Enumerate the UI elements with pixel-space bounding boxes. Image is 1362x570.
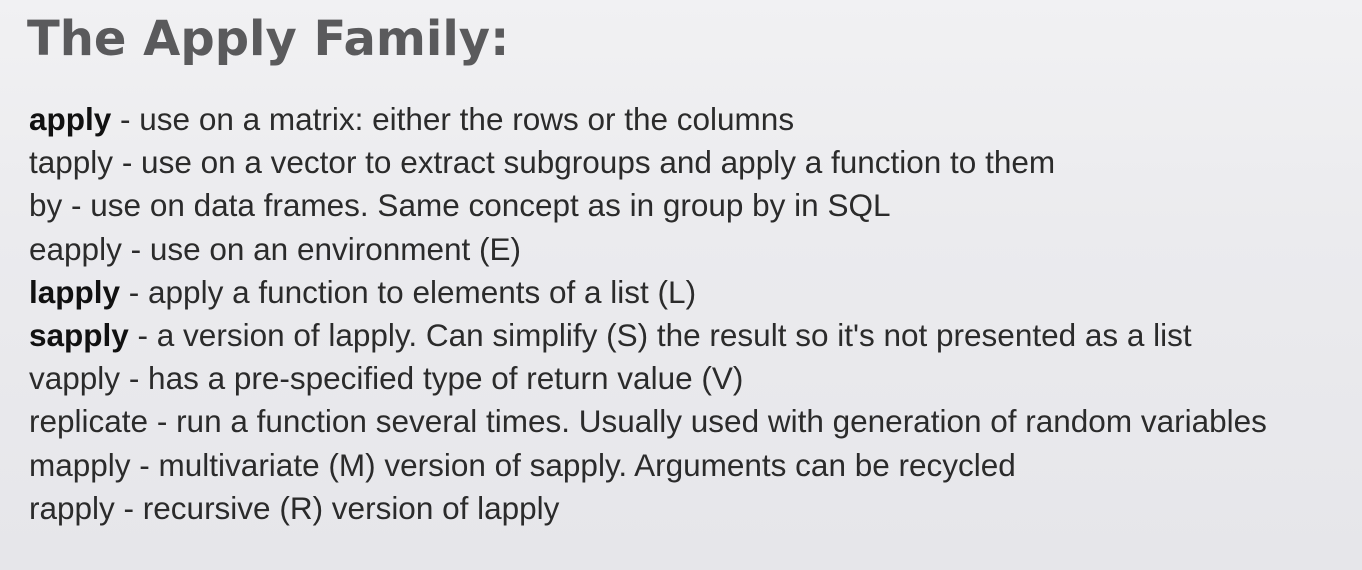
function-description: - use on data frames. Same concept as in… [62,187,891,224]
slide: The Apply Family: apply - use on a matri… [0,0,1362,570]
function-description: - use on a vector to extract subgroups a… [113,144,1056,181]
function-description: - a version of lapply. Can simplify (S) … [128,316,1192,353]
function-name: lapply [29,273,121,310]
function-name: apply [29,101,112,137]
function-name: replicate [29,403,149,440]
function-description: - has a pre-specified type of return val… [120,360,744,397]
function-description: - use on a matrix: either the rows or th… [111,101,795,137]
list-item-replicate: replicate - run a function several times… [29,400,1267,443]
list-item-vapply: vapply - has a pre-specified type of ret… [29,357,1267,400]
function-name: vapply [29,360,121,397]
function-description: - multivariate (M) version of sapply. Ar… [130,446,1016,483]
list-item-rapply: rapply - recursive (R) version of lapply [29,487,1267,530]
function-description: - apply a function to elements of a list… [120,273,697,310]
function-name: rapply [29,489,115,526]
list-item-lapply: lapply - apply a function to elements of… [29,271,1267,314]
function-name: by [29,187,63,224]
slide-title: The Apply Family: [27,11,510,67]
list-item-by: by - use on data frames. Same concept as… [29,184,1267,227]
list-item-mapply: mapply - multivariate (M) version of sap… [29,444,1267,487]
function-description: - recursive (R) version of lapply [114,489,560,526]
list-item-tapply: tapply - use on a vector to extract subg… [29,141,1267,184]
function-name: tapply [29,144,114,181]
function-name: eapply [29,230,122,267]
function-name: sapply [29,316,129,353]
function-description: - run a function several times. Usually … [148,403,1267,440]
apply-function-list: apply - use on a matrix: either the rows… [29,98,1267,530]
function-description: - use on an environment (E) [121,230,522,267]
list-item-sapply: sapply - a version of lapply. Can simpli… [29,314,1267,357]
list-item-eapply: eapply - use on an environment (E) [29,228,1267,271]
list-item-apply: apply - use on a matrix: either the rows… [29,98,1267,141]
function-name: mapply [29,446,131,483]
